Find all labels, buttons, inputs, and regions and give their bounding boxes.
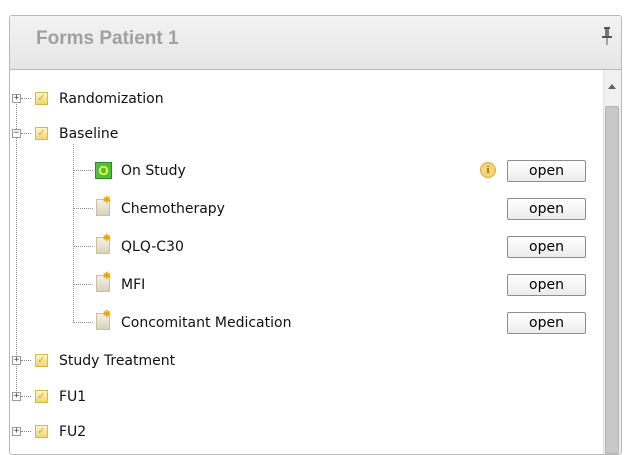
tree-node-fu2[interactable]: + ✓ FU2 (10, 419, 604, 445)
checkbox-icon: ✓ (35, 354, 48, 367)
tree-node-on-study[interactable]: O On Study i open (10, 158, 604, 184)
node-label: FU1 (59, 389, 87, 405)
tree-node-fu1[interactable]: + ✓ FU1 (10, 384, 604, 410)
open-button-on-study[interactable]: open (507, 160, 586, 182)
form-document-icon: ✱ (96, 309, 111, 330)
form-document-icon: ✱ (96, 233, 111, 254)
node-label: Study Treatment (59, 353, 176, 369)
vertical-scrollbar[interactable] (603, 70, 621, 454)
scrollbar-thumb[interactable] (605, 106, 619, 454)
tree-node-randomization[interactable]: + ✓ Randomization (10, 86, 604, 112)
forms-tree: + ✓ Randomization − ✓ Baseline O On Stud… (10, 70, 604, 454)
panel-header: Forms Patient 1 (10, 16, 621, 70)
tree-line (73, 170, 93, 171)
panel-title: Forms Patient 1 (36, 28, 179, 49)
open-button-chemotherapy[interactable]: open (507, 198, 586, 220)
node-label: QLQ-C30 (121, 239, 184, 255)
tree-line (21, 98, 31, 99)
tree-line (73, 284, 93, 285)
scroll-up-arrow-icon[interactable] (608, 84, 616, 89)
collapse-icon[interactable]: − (12, 129, 21, 138)
expand-icon[interactable]: + (12, 427, 21, 436)
node-label: Randomization (59, 91, 164, 107)
node-label: Chemotherapy (121, 201, 225, 217)
checkbox-icon: ✓ (35, 390, 48, 403)
tree-line (21, 431, 31, 432)
info-icon[interactable]: i (480, 162, 496, 178)
checkbox-icon: ✓ (35, 425, 48, 438)
node-label: Concomitant Medication (121, 315, 292, 331)
tree-line (21, 133, 31, 134)
expand-icon[interactable]: + (12, 356, 21, 365)
expand-icon[interactable]: + (12, 392, 21, 401)
form-document-icon: ✱ (96, 271, 111, 292)
checkbox-icon: ✓ (35, 127, 48, 140)
tree-line (73, 322, 93, 323)
tree-node-baseline[interactable]: − ✓ Baseline (10, 121, 604, 147)
tree-node-study-treatment[interactable]: + ✓ Study Treatment (10, 348, 604, 374)
pin-icon[interactable] (601, 26, 613, 46)
tree-line (73, 208, 93, 209)
tree-node-concomitant-medication[interactable]: ✱ Concomitant Medication open (10, 309, 604, 336)
tree-node-qlq-c30[interactable]: ✱ QLQ-C30 open (10, 233, 604, 260)
node-label: FU2 (59, 424, 87, 440)
forms-panel: Forms Patient 1 + ✓ Randomization − ✓ Ba… (9, 15, 622, 455)
form-document-icon: ✱ (96, 195, 111, 216)
tree-line (73, 246, 93, 247)
open-status-icon: O (95, 162, 112, 179)
open-button-mfi[interactable]: open (507, 274, 586, 296)
tree-node-chemotherapy[interactable]: ✱ Chemotherapy open (10, 195, 604, 222)
open-button-concomitant-medication[interactable]: open (507, 312, 586, 334)
expand-icon[interactable]: + (12, 94, 21, 103)
node-label: MFI (121, 277, 146, 293)
node-label: On Study (121, 163, 186, 179)
tree-node-mfi[interactable]: ✱ MFI open (10, 271, 604, 298)
open-button-qlq-c30[interactable]: open (507, 236, 586, 258)
tree-line (21, 396, 31, 397)
node-label: Baseline (59, 126, 119, 142)
tree-line (21, 360, 31, 361)
checkbox-icon: ✓ (35, 92, 48, 105)
